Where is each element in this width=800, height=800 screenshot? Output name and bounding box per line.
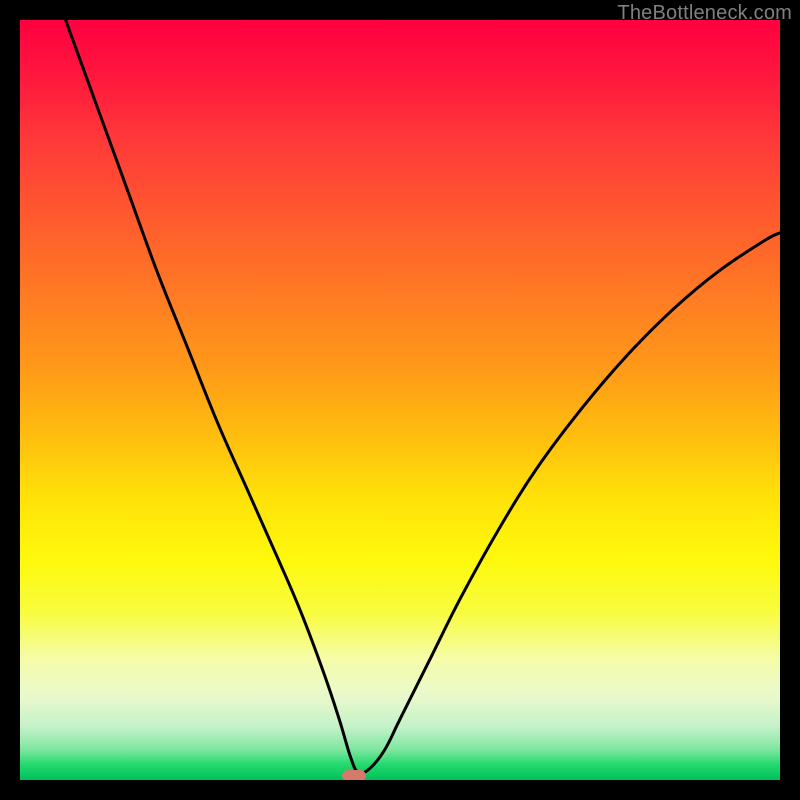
bottleneck-curve	[20, 20, 780, 780]
plot-area	[20, 20, 780, 780]
watermark-text: TheBottleneck.com	[617, 2, 792, 25]
chart-frame: TheBottleneck.com	[0, 0, 800, 800]
optimal-point-marker	[342, 770, 366, 780]
